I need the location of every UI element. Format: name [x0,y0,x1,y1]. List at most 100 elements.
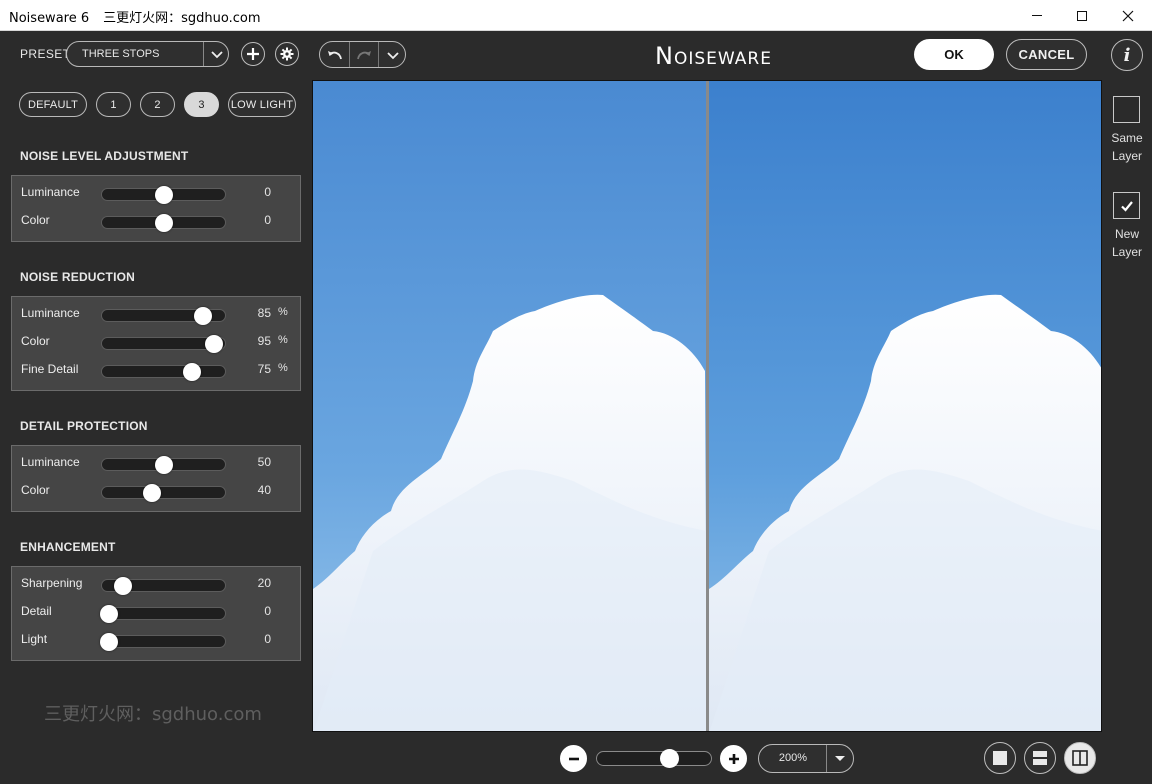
enhancement-detail-slider[interactable] [100,605,226,623]
plus-icon [728,753,739,764]
noise-reduction-fine-detail-slider[interactable] [101,363,226,381]
close-icon [1122,10,1134,21]
slider-value: 95 [257,334,271,348]
slider-thumb[interactable] [193,307,212,325]
noise-level-luminance-slider[interactable] [101,186,226,204]
slider-value: 0 [264,632,271,646]
detail-protection-luminance-slider[interactable] [101,456,226,474]
zoom-level-value: 200% [778,752,808,764]
chevron-down-icon [211,51,223,59]
enhancement-light-slider[interactable] [100,633,226,651]
detail-protection-color-slider[interactable] [101,484,226,502]
split-horizontal-view-button[interactable] [1024,742,1056,774]
preset-low-light-button[interactable]: LOW LIGHT [228,92,296,117]
slider-thumb[interactable] [143,484,162,502]
noise-reduction-color-slider[interactable] [101,335,226,353]
slider-unit: % [278,306,288,318]
history-controls [319,41,406,68]
slider-label: Luminance [21,455,80,469]
zoom-level-dropdown[interactable]: 200% [758,744,854,773]
same-layer-label: Same Layer [1104,129,1150,165]
slider-label: Luminance [21,306,80,320]
same-layer-label-line1: Same [1111,131,1143,145]
slider-value: 85 [257,306,271,320]
settings-button[interactable] [275,42,299,66]
slider-thumb[interactable] [154,456,173,474]
preset-1-button[interactable]: 1 [96,92,131,117]
split-horizontal-icon [1033,751,1047,765]
slider-unit: % [278,334,288,346]
enhancement-light-row: Light 0 [12,627,300,655]
noise-level-color-slider[interactable] [101,214,226,232]
slider-value: 0 [264,185,271,199]
minus-icon [568,757,579,760]
ok-button[interactable]: OK [914,39,994,70]
preset-3-button[interactable]: 3 [184,92,219,117]
slider-unit: % [278,362,288,374]
maximize-button[interactable] [1059,0,1105,31]
preset-dropdown[interactable]: THREE STOPS [66,41,229,67]
zoom-out-button[interactable] [560,745,587,772]
slider-label: Sharpening [21,576,83,590]
preview-after [709,81,1101,731]
noise-level-title: NOISE LEVEL ADJUSTMENT [20,149,189,163]
split-vertical-view-button[interactable] [1064,742,1096,774]
noise-reduction-title: NOISE REDUCTION [20,270,136,284]
single-view-icon [993,751,1007,765]
new-layer-label: New Layer [1104,225,1150,261]
split-divider[interactable] [706,81,709,732]
new-layer-label-line2: Layer [1111,245,1143,259]
redo-button[interactable] [349,42,378,67]
add-preset-button[interactable] [241,42,265,66]
noise-reduction-luminance-row: Luminance 85 % [12,301,300,329]
noise-level-group: Luminance 0 Color 0 [11,175,301,242]
preset-value: THREE STOPS [82,48,160,60]
slider-thumb[interactable] [113,577,132,595]
zoom-slider-thumb[interactable] [659,749,679,768]
enhancement-detail-row: Detail 0 [12,599,300,627]
slider-label: Detail [21,604,52,618]
redo-icon [356,50,371,59]
slider-thumb[interactable] [204,335,223,353]
slider-label: Color [21,334,50,348]
cancel-button[interactable]: CANCEL [1006,39,1087,70]
window-subtitle: 三更灯火网：sgdhuo.com [103,11,261,26]
single-view-button[interactable] [984,742,1016,774]
undo-icon [327,50,342,59]
preview-area[interactable] [312,80,1102,732]
slider-thumb[interactable] [154,214,173,232]
slider-value: 75 [257,362,271,376]
same-layer-label-line2: Layer [1111,149,1143,163]
preset-label: PRESET [20,47,71,61]
noise-level-luminance-row: Luminance 0 [12,180,300,208]
zoom-slider[interactable] [596,749,712,768]
detail-protection-group: Luminance 50 Color 40 [11,445,301,512]
plus-icon [247,48,259,60]
slider-thumb[interactable] [154,186,173,204]
enhancement-title: ENHANCEMENT [20,540,116,554]
preset-2-button[interactable]: 2 [140,92,175,117]
slider-value: 0 [264,213,271,227]
history-dropdown-button[interactable] [378,42,407,67]
slider-thumb[interactable] [100,605,119,623]
close-button[interactable] [1105,0,1151,31]
slider-label: Light [21,632,48,646]
zoom-in-button[interactable] [720,745,747,772]
noise-reduction-luminance-slider[interactable] [101,307,226,325]
preset-default-button[interactable]: DEFAULT [19,92,87,117]
minimize-button[interactable] [1014,0,1060,31]
info-button[interactable]: i [1111,39,1143,71]
slider-label: Fine Detail [21,362,79,376]
title-bar: Noiseware 6 三更灯火网：sgdhuo.com [0,0,1152,31]
slider-value: 0 [264,604,271,618]
app-title: Noiseware 6 [9,11,90,26]
slider-thumb[interactable] [100,633,119,651]
slider-thumb[interactable] [182,363,201,381]
enhancement-sharpening-slider[interactable] [101,577,226,595]
split-vertical-icon [1072,750,1088,766]
same-layer-checkbox[interactable] [1113,96,1140,123]
undo-button[interactable] [320,42,349,67]
enhancement-sharpening-row: Sharpening 20 [12,571,300,599]
new-layer-checkbox[interactable] [1113,192,1140,219]
noise-level-color-row: Color 0 [12,208,300,236]
